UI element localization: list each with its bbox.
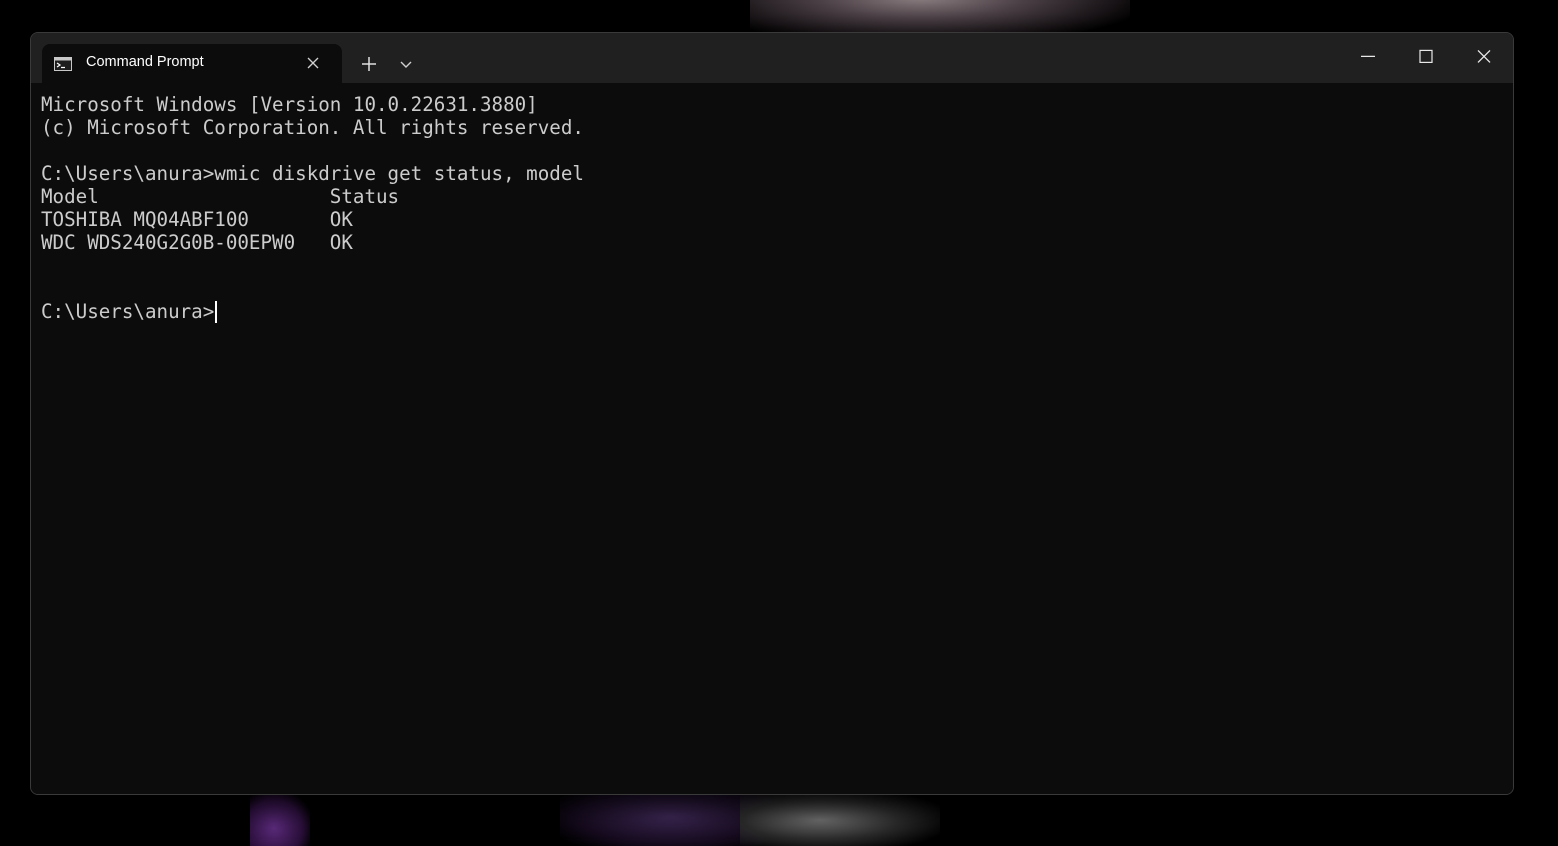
minimize-button[interactable]: [1339, 33, 1397, 83]
title-bar[interactable]: Command Prompt: [31, 33, 1513, 83]
plus-icon: [362, 57, 376, 71]
text-cursor: [215, 301, 217, 323]
command-prompt-icon: [54, 56, 72, 71]
prompt-line[interactable]: C:\Users\anura>: [41, 300, 584, 323]
tab-dropdown-button[interactable]: [395, 53, 417, 75]
tab-title: Command Prompt: [86, 54, 204, 70]
tab-command-prompt[interactable]: Command Prompt: [42, 44, 342, 83]
terminal-output[interactable]: Microsoft Windows [Version 10.0.22631.38…: [31, 83, 1513, 794]
terminal-line: Microsoft Windows [Version 10.0.22631.38…: [41, 93, 538, 116]
minimize-icon: [1361, 55, 1375, 58]
maximize-button[interactable]: [1397, 33, 1455, 83]
terminal-line: TOSHIBA MQ04ABF100 OK: [41, 208, 353, 231]
new-tab-button[interactable]: [355, 52, 383, 76]
prompt-text: C:\Users\anura>: [41, 300, 215, 323]
chevron-down-icon: [400, 61, 412, 68]
close-icon: [1477, 49, 1491, 63]
terminal-line: C:\Users\anura>wmic diskdrive get status…: [41, 162, 584, 185]
window-close-button[interactable]: [1455, 33, 1513, 83]
close-icon[interactable]: [305, 55, 321, 71]
terminal-line: Model Status: [41, 185, 400, 208]
terminal-line: (c) Microsoft Corporation. All rights re…: [41, 116, 584, 139]
maximize-icon: [1419, 49, 1433, 64]
wallpaper-figure-bottom-left: [250, 792, 310, 846]
terminal-line: WDC WDS240G2G0B-00EPW0 OK: [41, 231, 353, 254]
terminal-text: Microsoft Windows [Version 10.0.22631.38…: [41, 93, 584, 323]
wallpaper-figure-bottom-right: [740, 790, 940, 846]
terminal-window: Command Prompt Microsoft Windows [Versio…: [30, 32, 1514, 795]
